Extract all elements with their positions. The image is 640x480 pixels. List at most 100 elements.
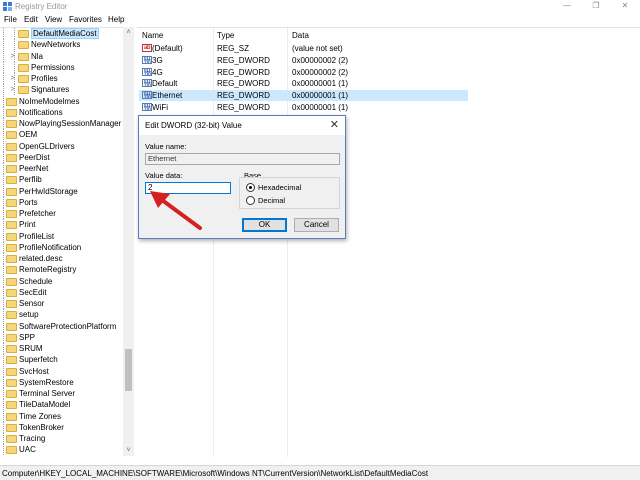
value-row[interactable]: 011 110 3G REG_DWORD 0x00000002 (2) bbox=[139, 55, 468, 66]
value-row[interactable]: 011 110 Ethernet REG_DWORD 0x00000001 (1) bbox=[139, 90, 468, 102]
tree-item[interactable]: Perflib bbox=[0, 174, 123, 186]
tree-item[interactable]: Prefetcher bbox=[0, 208, 123, 219]
tree-item[interactable]: NowPlayingSessionManager bbox=[0, 118, 123, 129]
tree-item-label[interactable]: Perflib bbox=[19, 174, 42, 185]
close-button[interactable]: ✕ bbox=[610, 0, 640, 13]
tree-item-label[interactable]: RemoteRegistry bbox=[19, 264, 76, 275]
tree-item-label[interactable]: SecEdit bbox=[19, 287, 47, 298]
tree-item[interactable]: TileDataModel bbox=[0, 399, 123, 411]
tree-item[interactable]: TokenBroker bbox=[0, 421, 123, 433]
tree-item-label[interactable]: ProfileList bbox=[19, 231, 54, 242]
tree-item-label[interactable]: NewNetworks bbox=[31, 39, 80, 50]
tree-item[interactable]: PerHwIdStorage bbox=[0, 185, 123, 197]
tree-item-label[interactable]: SvcHost bbox=[19, 366, 49, 377]
tree-item[interactable]: Ports bbox=[0, 196, 123, 208]
values-list[interactable]: Name Type Data ab (Default) REG_SZ (value n… bbox=[137, 27, 640, 457]
tree-item[interactable]: Sensor bbox=[0, 298, 123, 309]
value-row[interactable]: 011 110 Default REG_DWORD 0x00000001 (1) bbox=[139, 78, 468, 89]
tree-item[interactable]: related.desc bbox=[0, 253, 123, 264]
tree-item-label[interactable]: ProfileNotification bbox=[19, 242, 81, 253]
tree-item[interactable]: Notifications bbox=[0, 106, 123, 118]
tree-item[interactable]: OEM bbox=[0, 129, 123, 141]
tree-item-label[interactable]: Sensor bbox=[19, 298, 44, 309]
tree-item-label[interactable]: PeerNet bbox=[19, 163, 48, 174]
tree-item[interactable]: Permissions bbox=[0, 61, 123, 73]
value-row[interactable]: 011 110 WiFi REG_DWORD 0x00000001 (1) bbox=[139, 102, 468, 113]
tree-item-label[interactable]: Signatures bbox=[31, 84, 69, 95]
tree-scrollbar[interactable]: ˄ ˅ bbox=[123, 27, 134, 456]
tree-item-label[interactable]: setup bbox=[19, 309, 39, 320]
column-header-type[interactable]: Type bbox=[217, 30, 234, 42]
tree-item-label[interactable]: Permissions bbox=[31, 62, 75, 73]
tree-item[interactable]: SoftwareProtectionPlatform bbox=[0, 320, 123, 332]
tree-item-label[interactable]: Schedule bbox=[19, 276, 52, 287]
tree-item[interactable]: NewNetworks bbox=[0, 39, 123, 51]
tree-item[interactable]: SvcHost bbox=[0, 365, 123, 377]
decimal-radio[interactable] bbox=[246, 196, 255, 205]
tree-item[interactable]: Schedule bbox=[0, 275, 123, 287]
tree-item[interactable]: > Signatures bbox=[0, 84, 123, 96]
expand-chevron-icon[interactable]: > bbox=[9, 53, 16, 60]
decimal-label[interactable]: Decimal bbox=[258, 196, 285, 206]
tree-item-label[interactable]: Profiles bbox=[31, 73, 58, 84]
menu-favorites[interactable]: Favorites bbox=[69, 14, 102, 26]
dialog-close-button[interactable]: ✕ bbox=[330, 119, 339, 131]
ok-button[interactable]: OK bbox=[242, 218, 287, 232]
tree-item[interactable]: ProfileNotification bbox=[0, 241, 123, 253]
tree-item[interactable]: Time Zones bbox=[0, 410, 123, 422]
tree-item-label[interactable]: Ports bbox=[19, 197, 38, 208]
maximize-button[interactable]: ❐ bbox=[581, 0, 611, 13]
value-row[interactable]: ab (Default) REG_SZ (value not set) bbox=[139, 43, 468, 54]
tree-item-label[interactable]: PerHwIdStorage bbox=[19, 186, 78, 197]
tree-item[interactable]: SPP bbox=[0, 331, 123, 343]
tree-item-label[interactable]: Time Zones bbox=[19, 411, 61, 422]
tree-item-label[interactable]: DefaultMediaCost bbox=[31, 28, 99, 39]
tree-item[interactable]: Print bbox=[0, 219, 123, 231]
tree-item[interactable]: SRUM bbox=[0, 343, 123, 354]
tree-item-label[interactable]: Nla bbox=[31, 51, 43, 62]
tree-item-label[interactable]: Superfetch bbox=[19, 354, 58, 365]
tree-item-label[interactable]: SystemRestore bbox=[19, 377, 74, 388]
scroll-down-arrow-icon[interactable]: ˅ bbox=[123, 445, 134, 456]
tree-item[interactable]: OpenGLDrivers bbox=[0, 140, 123, 152]
value-row[interactable]: 011 110 4G REG_DWORD 0x00000002 (2) bbox=[139, 67, 468, 78]
menu-help[interactable]: Help bbox=[108, 14, 124, 26]
tree-item[interactable]: RemoteRegistry bbox=[0, 264, 123, 276]
tree-item[interactable]: NoImeModelmes bbox=[0, 95, 123, 107]
minimize-button[interactable]: — bbox=[552, 0, 582, 13]
hexadecimal-radio[interactable] bbox=[246, 183, 255, 192]
tree-item[interactable]: setup bbox=[0, 309, 123, 321]
tree-item[interactable]: DefaultMediaCost bbox=[0, 28, 123, 39]
tree-item-label[interactable]: Print bbox=[19, 219, 35, 230]
column-header-data[interactable]: Data bbox=[292, 30, 309, 42]
registry-key-tree[interactable]: DefaultMediaCost NewNetworks > Nla Permissio… bbox=[0, 27, 134, 456]
tree-item[interactable]: UAC bbox=[0, 444, 123, 456]
tree-item-label[interactable]: Prefetcher bbox=[19, 208, 56, 219]
tree-item-label[interactable]: Terminal Server bbox=[19, 388, 75, 399]
expand-chevron-icon[interactable]: > bbox=[9, 75, 16, 82]
column-header-name[interactable]: Name bbox=[142, 30, 163, 42]
tree-item[interactable]: Tracing bbox=[0, 433, 123, 444]
tree-item[interactable]: Superfetch bbox=[0, 354, 123, 366]
tree-item[interactable]: > Nla bbox=[0, 50, 123, 62]
scroll-thumb[interactable] bbox=[125, 349, 132, 391]
tree-item-label[interactable]: NowPlayingSessionManager bbox=[19, 118, 121, 129]
expand-chevron-icon[interactable]: > bbox=[9, 86, 16, 93]
cancel-button[interactable]: Cancel bbox=[294, 218, 339, 232]
tree-item[interactable]: ProfileList bbox=[0, 230, 123, 242]
tree-item[interactable]: > Profiles bbox=[0, 73, 123, 84]
tree-item[interactable]: PeerNet bbox=[0, 163, 123, 174]
tree-item-label[interactable]: related.desc bbox=[19, 253, 63, 264]
tree-item-label[interactable]: Notifications bbox=[19, 107, 63, 118]
tree-item-label[interactable]: Tracing bbox=[19, 433, 45, 444]
tree-item[interactable]: PeerDist bbox=[0, 151, 123, 163]
tree-item-label[interactable]: OEM bbox=[19, 129, 37, 140]
scroll-up-arrow-icon[interactable]: ˄ bbox=[123, 27, 134, 38]
tree-item-label[interactable]: TileDataModel bbox=[19, 399, 70, 410]
tree-item[interactable]: SystemRestore bbox=[0, 376, 123, 388]
hexadecimal-label[interactable]: Hexadecimal bbox=[258, 183, 301, 193]
tree-item-label[interactable]: NoImeModelmes bbox=[19, 96, 79, 107]
tree-item-label[interactable]: TokenBroker bbox=[19, 422, 64, 433]
tree-item-label[interactable]: SoftwareProtectionPlatform bbox=[19, 321, 116, 332]
tree-item-label[interactable]: SPP bbox=[19, 332, 35, 343]
